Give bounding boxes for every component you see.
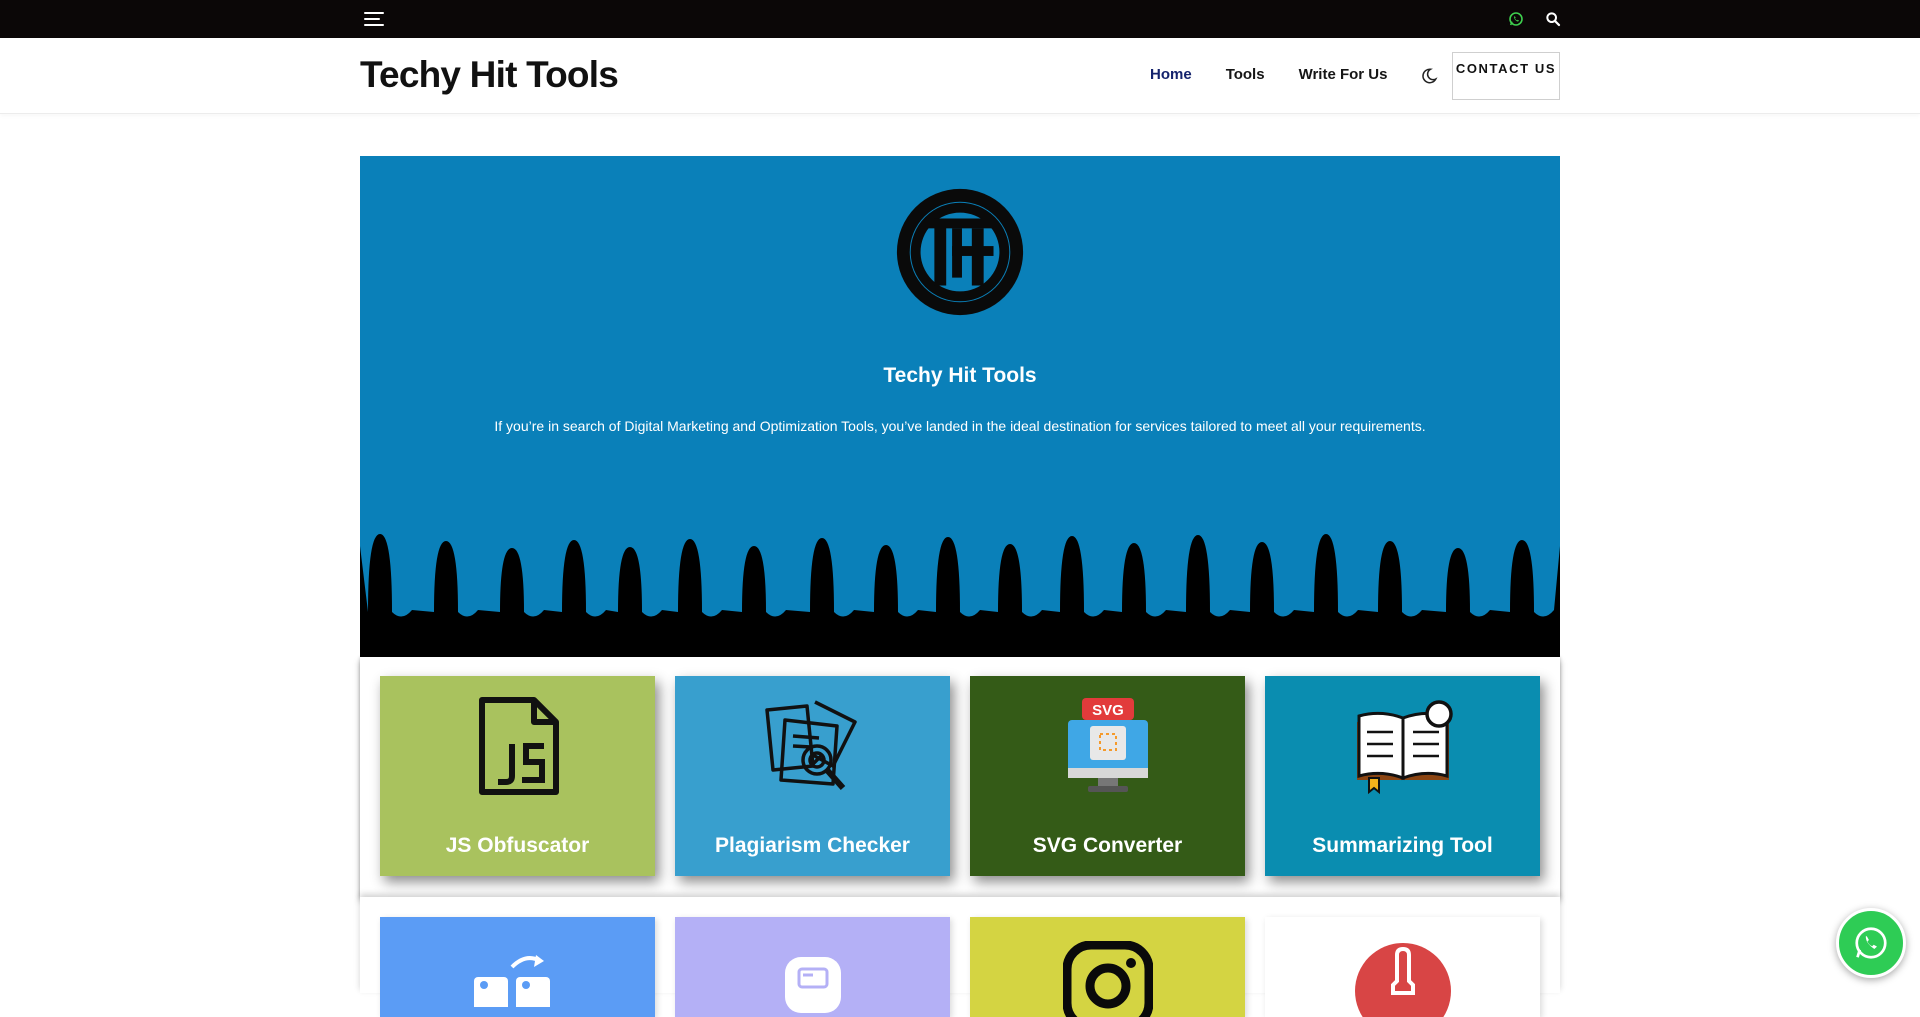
svg-text:SVG: SVG xyxy=(1092,702,1124,719)
hamburger-icon[interactable] xyxy=(364,12,384,26)
tool-card-label: SVG Converter xyxy=(1032,834,1183,857)
top-bar xyxy=(0,0,1920,38)
red-tool-icon xyxy=(1355,943,1451,1017)
js-file-icon xyxy=(479,697,559,795)
whatsapp-float-button[interactable] xyxy=(1836,908,1906,978)
hero-banner: Techy Hit Tools If you’re in search of D… xyxy=(360,156,1560,657)
documents-magnifier-icon xyxy=(765,700,857,790)
tool-card-app-tool[interactable] xyxy=(675,917,950,1017)
tool-card-summarizing-tool[interactable]: Summarizing Tool xyxy=(1265,676,1540,876)
site-header: Techy Hit Tools Home Tools Write For Us … xyxy=(0,38,1920,114)
whatsapp-icon[interactable] xyxy=(1508,11,1524,27)
tool-card-label: JS Obfuscator xyxy=(445,834,590,857)
nav-home[interactable]: Home xyxy=(1150,66,1192,83)
nav-write-for-us[interactable]: Write For Us xyxy=(1299,66,1388,83)
whatsapp-icon xyxy=(1855,927,1887,959)
search-icon[interactable] xyxy=(1545,11,1561,27)
app-screen-icon xyxy=(785,957,841,1013)
tools-grid: JS Obfuscator Plagiarism Checker SVG SVG… xyxy=(360,657,1560,897)
hero-tagline: If you’re in search of Digital Marketing… xyxy=(494,418,1426,434)
tools-grid-row-2 xyxy=(360,897,1560,1017)
nav-tools[interactable]: Tools xyxy=(1226,66,1265,83)
contact-us-button[interactable]: CONTACT US xyxy=(1452,52,1560,100)
th-logo-icon xyxy=(896,188,1024,316)
tool-card-plagiarism-checker[interactable]: Plagiarism Checker xyxy=(675,676,950,876)
open-book-icon xyxy=(1357,700,1453,795)
tool-card-svg-converter[interactable]: SVG SVG Converter xyxy=(970,676,1245,876)
instagram-icon xyxy=(1063,941,1153,1017)
tool-card-label: Plagiarism Checker xyxy=(715,834,910,857)
hero-title: Techy Hit Tools xyxy=(883,364,1037,387)
main-nav: Home Tools Write For Us xyxy=(1150,66,1387,83)
image-convert-icon xyxy=(474,955,550,1007)
tool-card-image-converter[interactable] xyxy=(380,917,655,1017)
tool-card-instagram-tool[interactable] xyxy=(970,917,1245,1017)
paint-drip-decoration xyxy=(360,534,1560,657)
svg-monitor-icon: SVG xyxy=(1068,698,1148,792)
tool-card-label: Summarizing Tool xyxy=(1312,834,1493,857)
site-brand[interactable]: Techy Hit Tools xyxy=(360,54,619,96)
moon-icon[interactable] xyxy=(1420,67,1438,85)
tool-card-red-tool[interactable] xyxy=(1265,917,1540,1017)
tool-card-js-obfuscator[interactable]: JS Obfuscator xyxy=(380,676,655,876)
